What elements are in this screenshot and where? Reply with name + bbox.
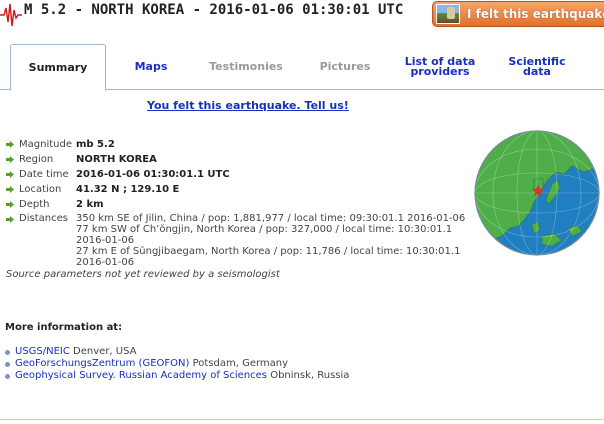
- more-info-list: USGS/NEIC Denver, USA GeoForschungsZentr…: [5, 346, 565, 382]
- globe-map-icon[interactable]: [472, 128, 602, 258]
- detail-location: Location 41.32 N ; 129.10 E: [6, 183, 476, 198]
- distance-item: 77 km SW of Ch’ŏngjin, North Korea / pop…: [76, 224, 453, 246]
- agency-location: Denver, USA: [69, 346, 137, 357]
- detail-magnitude: Magnitude mb 5.2: [6, 138, 476, 153]
- tab-maps[interactable]: Maps: [119, 44, 183, 90]
- tab-pictures[interactable]: Pictures: [308, 44, 382, 90]
- green-arrow-icon: [6, 156, 14, 163]
- geophysical-survey-link[interactable]: Geophysical Survey. Russian Academy of S…: [15, 370, 267, 381]
- detail-value: mb 5.2: [76, 139, 115, 150]
- detail-depth: Depth 2 km: [6, 198, 476, 213]
- detail-value: 2016-01-06 01:30:01.1 UTC: [76, 169, 230, 180]
- detail-value: 2 km: [76, 199, 104, 210]
- distance-item: 350 km SE of Jilin, China / pop: 1,881,9…: [76, 213, 466, 224]
- detail-value: 41.32 N ; 129.10 E: [76, 184, 180, 195]
- tab-testimonies[interactable]: Testimonies: [200, 44, 292, 90]
- review-note: Source parameters not yet reviewed by a …: [6, 269, 280, 280]
- bullet-dot-icon: [5, 374, 10, 379]
- detail-datetime: Date time 2016-01-06 01:30:01.1 UTC: [6, 168, 476, 183]
- detail-value: NORTH KOREA: [76, 154, 157, 165]
- page-header: M 5.2 - NORTH KOREA - 2016-01-06 01:30:0…: [0, 0, 604, 30]
- detail-label: Location: [19, 184, 62, 195]
- green-arrow-icon: [6, 201, 14, 208]
- tab-bar: Summary Maps Testimonies Pictures List o…: [0, 44, 604, 91]
- tab-scientific-data[interactable]: Scientific data: [496, 44, 578, 90]
- detail-label: Magnitude: [19, 139, 72, 150]
- green-arrow-icon: [6, 141, 14, 148]
- agency-location: Potsdam, Germany: [189, 358, 289, 369]
- detail-distances: Distances 350 km SE of Jilin, China / po…: [6, 213, 476, 268]
- agency-location: Obninsk, Russia: [267, 370, 350, 381]
- more-info-title: More information at:: [5, 322, 123, 333]
- bullet-dot-icon: [5, 350, 10, 355]
- list-item: GeoForschungsZentrum (GEOFON) Potsdam, G…: [5, 358, 565, 370]
- green-arrow-icon: [6, 216, 14, 223]
- detail-label: Region: [19, 154, 54, 165]
- detail-label: Distances: [19, 213, 68, 224]
- seismogram-icon: [0, 3, 22, 27]
- tab-data-providers[interactable]: List of data providers: [398, 44, 482, 90]
- green-arrow-icon: [6, 186, 14, 193]
- felt-photo-icon: [436, 4, 460, 24]
- bullet-dot-icon: [5, 362, 10, 367]
- detail-label: Depth: [19, 199, 50, 210]
- page-title: M 5.2 - NORTH KOREA - 2016-01-06 01:30:0…: [24, 2, 404, 18]
- felt-report-link[interactable]: You felt this earthquake. Tell us!: [147, 99, 349, 112]
- felt-earthquake-button[interactable]: I felt this earthquake: [432, 1, 604, 27]
- list-item: USGS/NEIC Denver, USA: [5, 346, 565, 358]
- felt-button-label: I felt this earthquake: [467, 7, 604, 21]
- list-item: Geophysical Survey. Russian Academy of S…: [5, 370, 565, 382]
- green-arrow-icon: [6, 171, 14, 178]
- distance-item: 27 km E of Sŭngjibaegam, North Korea / p…: [76, 246, 461, 268]
- tab-summary[interactable]: Summary: [10, 44, 106, 91]
- footer-divider: [0, 419, 604, 420]
- usgs-link[interactable]: USGS/NEIC: [15, 346, 70, 357]
- detail-region: Region NORTH KOREA: [6, 153, 476, 168]
- geofon-link[interactable]: GeoForschungsZentrum (GEOFON): [15, 358, 189, 369]
- detail-label: Date time: [19, 169, 69, 180]
- distance-list: 350 km SE of Jilin, China / pop: 1,881,9…: [76, 213, 476, 268]
- event-details: Magnitude mb 5.2 Region NORTH KOREA Date…: [6, 138, 476, 280]
